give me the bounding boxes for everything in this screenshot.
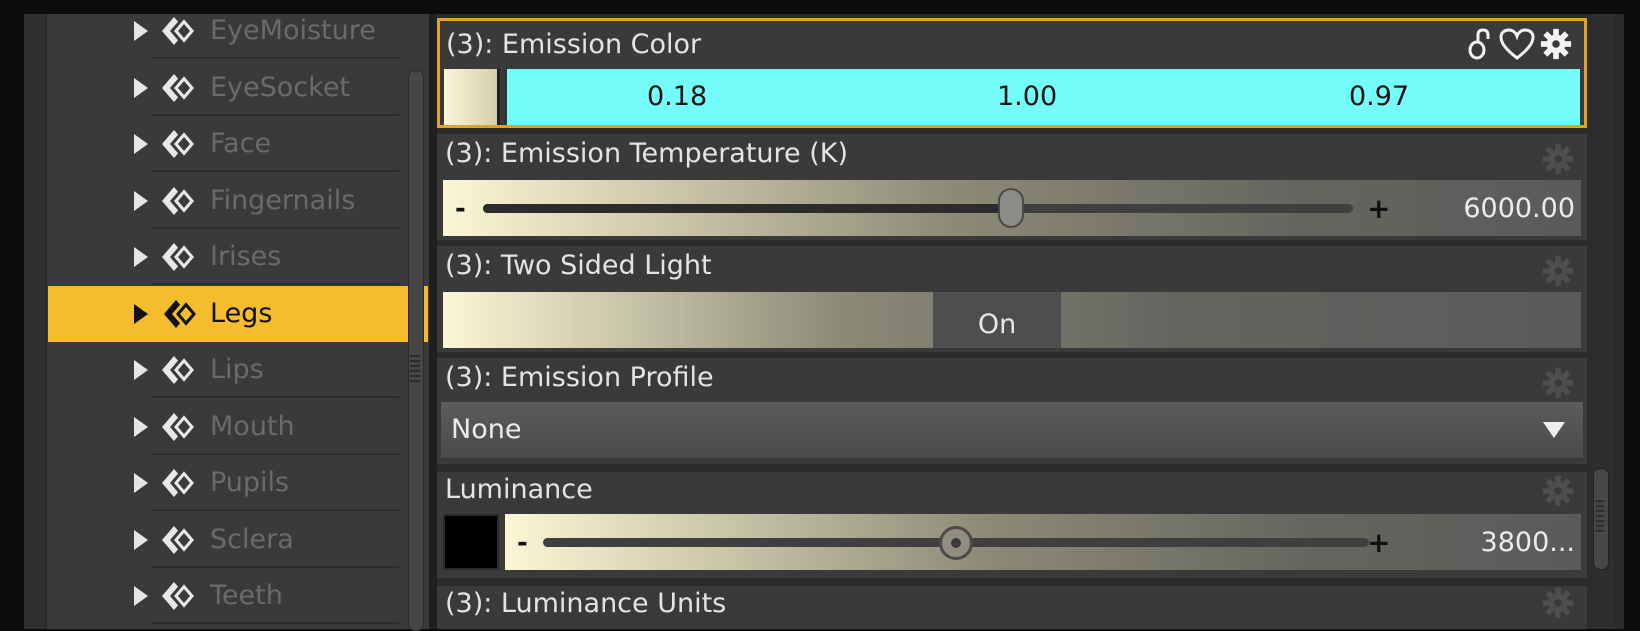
property-title: (3): Emission Temperature (K) — [445, 138, 849, 169]
tree-item-eyemoisture[interactable]: EyeMoisture — [46, 14, 429, 59]
tree-item-face[interactable]: Face — [46, 116, 429, 172]
material-icon — [162, 71, 198, 104]
triangle-right-icon[interactable] — [134, 303, 148, 324]
luminance-control[interactable]: - + 3800... — [443, 514, 1581, 570]
tree-item-label: Lips — [210, 354, 264, 385]
triangle-right-icon[interactable] — [134, 134, 148, 154]
tree-item-lips[interactable]: Lips — [46, 342, 429, 398]
tree-item-mouth[interactable]: Mouth — [46, 399, 429, 455]
dropdown-box[interactable]: None — [441, 402, 1583, 458]
slider-decrement[interactable]: - — [455, 194, 466, 224]
slider-handle[interactable] — [939, 526, 973, 560]
unlink-icon[interactable] — [1466, 27, 1496, 61]
material-icon — [162, 353, 198, 387]
gear-icon[interactable] — [1541, 366, 1575, 400]
slider-increment[interactable]: + — [1367, 192, 1390, 225]
tree-item-label: Legs — [210, 297, 273, 329]
tree-item-label: EyeMoisture — [210, 15, 376, 46]
tree-item-teeth[interactable]: Teeth — [46, 568, 429, 624]
property-title: (3): Two Sided Light — [445, 250, 712, 281]
tree-item-pupils[interactable]: Pupils — [46, 455, 429, 511]
dropdown-selected-value[interactable]: None — [451, 414, 521, 445]
emission-color-red-value[interactable]: 0.18 — [647, 81, 707, 112]
tree-scroll-grip[interactable] — [410, 355, 420, 385]
tree-item-fingernails[interactable]: Fingernails — [46, 173, 429, 229]
triangle-right-icon[interactable] — [134, 586, 148, 606]
tree-item-label: Mouth — [210, 410, 295, 442]
tree-item-sclera[interactable]: Sclera — [46, 512, 429, 568]
triangle-right-icon[interactable] — [134, 416, 148, 437]
property-luminance-units: (3): Luminance Units — [437, 586, 1587, 629]
tree-scrollbar[interactable] — [408, 70, 424, 631]
tree-item-label: Fingernails — [210, 184, 356, 216]
triangle-right-icon[interactable] — [134, 21, 148, 41]
tree-item-irises[interactable]: Irises — [46, 229, 429, 285]
tree-item-label: Sclera — [210, 523, 294, 555]
material-icon — [162, 127, 198, 161]
tree-item-label: Face — [210, 128, 272, 159]
emission-temperature-slider[interactable]: - + 6000.00 — [443, 180, 1581, 236]
gear-icon[interactable] — [1541, 586, 1575, 620]
tree-item-label: Teeth — [210, 580, 283, 611]
gear-icon[interactable] — [1538, 27, 1574, 61]
emission-color-rgb-bar[interactable]: 0.18 1.00 0.97 — [504, 69, 1580, 125]
tree-item-eyesocket[interactable]: EyeSocket — [46, 60, 429, 116]
slider-increment[interactable]: + — [1367, 526, 1390, 559]
triangle-right-icon[interactable] — [134, 247, 148, 267]
slider-handle[interactable] — [998, 188, 1024, 228]
luminance-color-swatch[interactable] — [443, 514, 499, 570]
triangle-right-icon[interactable] — [134, 529, 148, 550]
material-icon — [162, 14, 198, 48]
property-title: Luminance — [445, 474, 593, 505]
pane-splitter[interactable] — [429, 14, 437, 629]
property-pane: (3): Emission Color 0.18 1.00 0.97 (3): … — [437, 14, 1592, 629]
tree-item-label: Irises — [210, 241, 282, 272]
material-icon — [164, 297, 200, 330]
triangle-right-icon[interactable] — [134, 360, 148, 380]
material-icon — [162, 184, 198, 217]
two-sided-light-toggle[interactable]: On — [443, 292, 1581, 348]
emission-profile-dropdown[interactable]: None — [441, 402, 1583, 458]
row-divider — [152, 622, 399, 624]
property-title: (3): Emission Profile — [445, 362, 714, 393]
triangle-right-icon[interactable] — [134, 77, 148, 98]
triangle-right-icon[interactable] — [134, 190, 148, 211]
toggle-state-on[interactable]: On — [933, 292, 1061, 348]
emission-temperature-value[interactable]: 6000.00 — [1463, 193, 1575, 224]
material-icon — [162, 466, 198, 500]
material-icon — [162, 410, 198, 443]
property-luminance: Luminance - + 3800... — [437, 472, 1587, 578]
heart-icon[interactable] — [1498, 27, 1536, 61]
tree-item-label: Pupils — [210, 467, 290, 498]
material-icon — [162, 579, 198, 613]
property-two-sided-light: (3): Two Sided Light On — [437, 246, 1587, 352]
gear-icon[interactable] — [1541, 254, 1575, 288]
tree-item-label: EyeSocket — [210, 71, 351, 103]
property-title: (3): Luminance Units — [445, 588, 727, 619]
property-emission-color[interactable]: (3): Emission Color 0.18 1.00 0.97 — [437, 18, 1587, 128]
slider-decrement[interactable]: - — [517, 528, 528, 558]
gear-icon[interactable] — [1541, 474, 1575, 508]
tree-left-edge — [24, 14, 47, 629]
emission-color-green-value[interactable]: 1.00 — [997, 81, 1057, 112]
emission-color-control[interactable]: 0.18 1.00 0.97 — [444, 69, 1580, 125]
slider-track-fill — [483, 204, 1011, 213]
property-scrollbar-grip[interactable] — [1596, 500, 1604, 532]
property-title: (3): Emission Color — [446, 29, 702, 60]
property-emission-temperature: (3): Emission Temperature (K) - + 6000.0… — [437, 134, 1587, 240]
material-icon — [162, 240, 198, 274]
property-header-icons — [1466, 27, 1574, 61]
emission-color-swatch[interactable] — [444, 69, 500, 125]
surface-tree: EyeMoisture EyeSocket Face Fingernails Irise… — [24, 14, 429, 629]
luminance-value[interactable]: 3800... — [1481, 527, 1575, 558]
material-icon — [162, 523, 198, 556]
chevron-down-icon[interactable] — [1543, 422, 1565, 438]
emission-color-blue-value[interactable]: 0.97 — [1349, 81, 1409, 112]
tree-item-legs[interactable]: Legs — [48, 285, 428, 342]
gear-icon[interactable] — [1541, 142, 1575, 176]
property-emission-profile: (3): Emission Profile None — [437, 358, 1587, 464]
triangle-right-icon[interactable] — [134, 473, 148, 493]
